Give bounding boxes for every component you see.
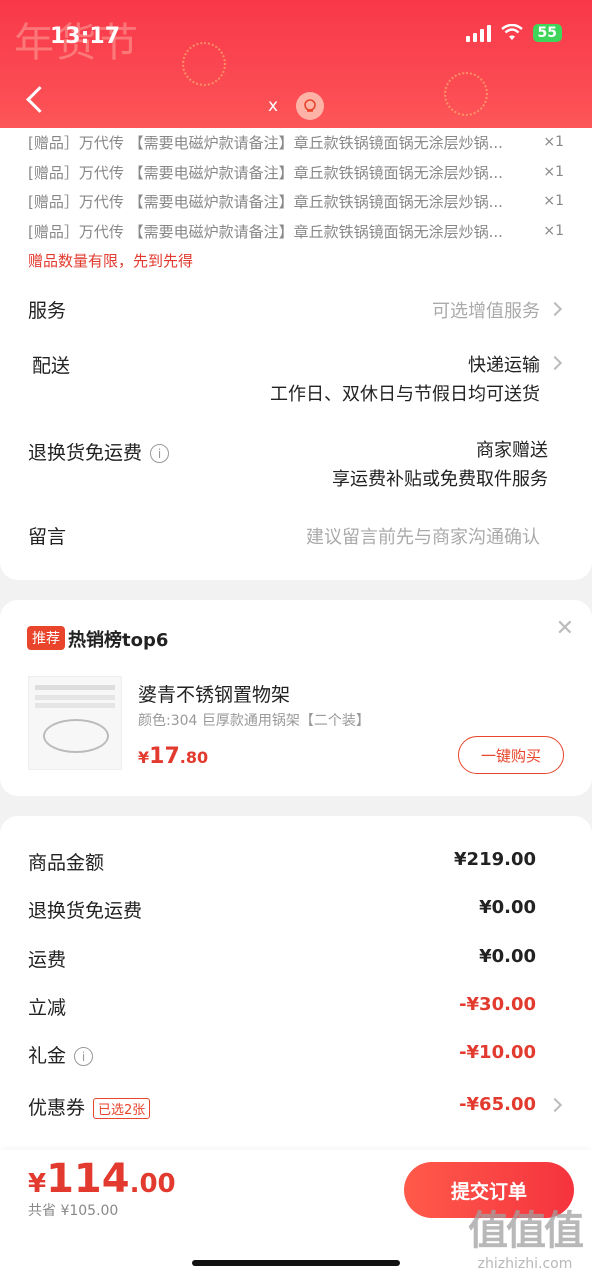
summary-label: 立减 <box>28 997 67 1019</box>
return-shipping-note: 享运费补贴或免费取件服务 <box>332 469 548 490</box>
product-thumbnail[interactable] <box>28 676 122 770</box>
wifi-icon <box>500 24 523 40</box>
info-icon[interactable]: i <box>74 1047 94 1066</box>
summary-value: ¥0.00 <box>479 897 536 918</box>
gift-qty: ×1 <box>543 223 564 239</box>
price-dec: .80 <box>179 748 209 767</box>
delivery-note: 工作日、双休日与节假日均可送货 <box>270 384 540 405</box>
product-price: ¥17.80 <box>138 744 208 769</box>
watermark-text: zhizhizhi.com <box>477 1256 573 1272</box>
watermark-logo: 值值值 zhizhizhi.com <box>468 1198 584 1272</box>
recommend-badge: 推荐 <box>27 626 65 650</box>
summary-value: ¥0.00 <box>479 946 536 967</box>
firework-decoration <box>444 72 488 116</box>
chevron-right-icon[interactable] <box>547 355 563 371</box>
status-time: 13:17 <box>50 24 121 49</box>
message-label: 留言 <box>28 526 67 548</box>
watermark-logo-text: 值值值 <box>468 1208 584 1254</box>
price-symbol: ¥ <box>138 748 150 767</box>
back-arrow-icon[interactable] <box>26 86 53 113</box>
return-shipping-text: 退换货免运费 <box>28 442 143 464</box>
summary-label: 退换货免运费 <box>28 900 143 922</box>
order-options-card: [赠品］万代传 【需要电磁炉款请备注】章丘款铁锅镜面锅无涂层炒锅... ×1 [… <box>0 128 592 580</box>
gift-item: [赠品］万代传 【需要电磁炉款请备注】章丘款铁锅镜面锅无涂层炒锅... <box>28 193 503 211</box>
summary-label: 优惠券 <box>28 1097 86 1119</box>
total-int: 114 <box>46 1156 130 1202</box>
summary-label: 礼金 <box>28 1045 67 1067</box>
gift-item: [赠品］万代传 【需要电磁炉款请备注】章丘款铁锅镜面锅无涂层炒锅... <box>28 223 503 241</box>
coupon-count-badge: 已选2张 <box>93 1098 151 1119</box>
gift-item: [赠品］万代传 【需要电磁炉款请备注】章丘款铁锅镜面锅无涂层炒锅... <box>28 134 503 152</box>
assistant-icon[interactable] <box>296 92 324 120</box>
return-shipping-value: 商家赠送 <box>476 440 548 461</box>
return-shipping-label: 退换货免运费 i <box>28 438 170 465</box>
summary-label: 商品金额 <box>28 852 105 874</box>
gift-money-label: 礼金 i <box>28 1041 94 1068</box>
product-spec: 颜色:304 巨厚款通用锅架【二个装】 <box>138 713 370 729</box>
status-icons: 55 <box>465 24 562 42</box>
delivery-label: 配送 <box>32 355 71 377</box>
chevron-right-icon[interactable] <box>547 1097 563 1113</box>
gift-qty: ×1 <box>543 134 564 150</box>
info-icon[interactable]: i <box>150 444 170 463</box>
message-input[interactable]: 建议留言前先与商家沟通确认 <box>306 523 540 549</box>
battery-icon: 55 <box>532 24 562 42</box>
signal-icon <box>465 24 491 42</box>
one-click-buy-button[interactable]: 一键购买 <box>458 736 564 774</box>
discount-value: -¥30.00 <box>459 994 536 1015</box>
total-saved: 共省 ¥105.00 <box>28 1203 119 1219</box>
gift-money-value: -¥10.00 <box>459 1042 536 1063</box>
recommendation-card: 推荐 热销榜top6 ✕ 婆青不锈钢置物架 颜色:304 巨厚款通用锅架【二个装… <box>0 600 592 796</box>
coupon-label[interactable]: 优惠券 已选2张 <box>28 1093 151 1120</box>
close-icon[interactable]: ✕ <box>556 616 574 641</box>
firework-decoration <box>182 42 226 86</box>
summary-label: 运费 <box>28 949 67 971</box>
service-value[interactable]: 可选增值服务 <box>432 297 540 323</box>
price-int: 17 <box>149 744 180 769</box>
product-name[interactable]: 婆青不锈钢置物架 <box>138 680 290 707</box>
total-dec: .00 <box>129 1169 176 1199</box>
total-currency: ¥ <box>28 1169 47 1199</box>
gift-qty: ×1 <box>543 164 564 180</box>
chevron-right-icon[interactable] <box>547 301 563 317</box>
gift-qty: ×1 <box>543 193 564 209</box>
gift-notice: 赠品数量有限，先到先得 <box>28 252 194 270</box>
header-close-label[interactable]: x <box>268 96 278 116</box>
recommend-title: 热销榜top6 <box>68 630 169 651</box>
service-label: 服务 <box>28 300 67 322</box>
top-header: 年货节 13:17 55 x <box>0 0 592 140</box>
total-price: ¥114.00 <box>28 1156 176 1202</box>
delivery-value[interactable]: 快递运输 <box>468 351 540 377</box>
coupon-value[interactable]: -¥65.00 <box>459 1094 536 1115</box>
gift-item: [赠品］万代传 【需要电磁炉款请备注】章丘款铁锅镜面锅无涂层炒锅... <box>28 164 503 182</box>
home-indicator[interactable] <box>192 1260 400 1266</box>
summary-value: ¥219.00 <box>454 849 536 870</box>
